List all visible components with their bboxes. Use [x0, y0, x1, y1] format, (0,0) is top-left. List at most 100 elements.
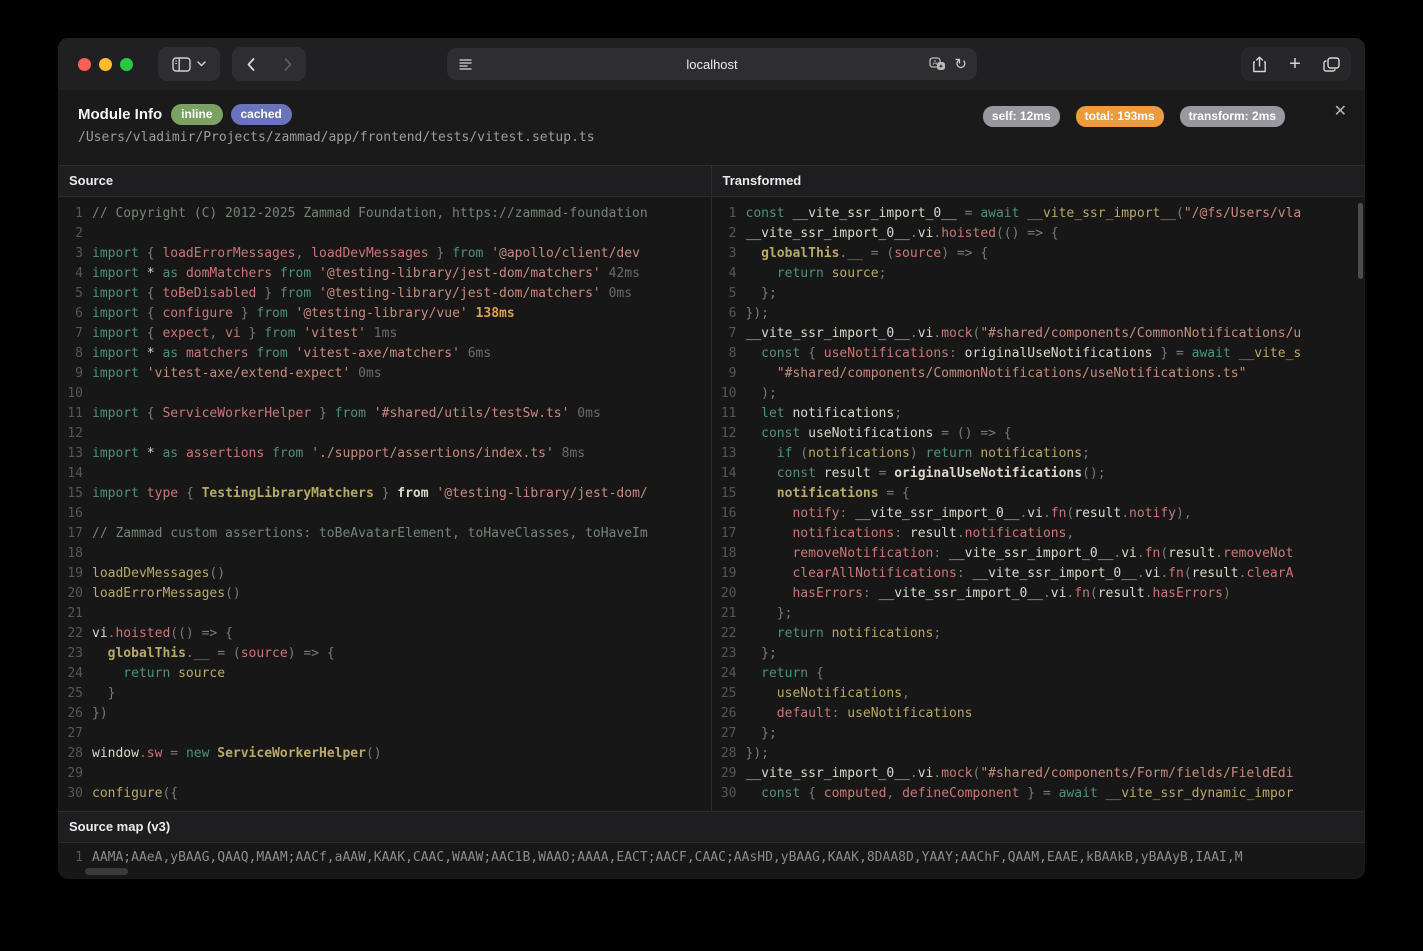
vertical-scrollbar[interactable]	[1358, 203, 1363, 279]
code-line: 7import { expect, vi } from 'vitest' 1ms	[58, 324, 711, 344]
line-number: 16	[58, 504, 92, 524]
line-number: 28	[58, 744, 92, 764]
line-number: 9	[58, 364, 92, 384]
transformed-panel: Transformed 1const __vite_ssr_import_0__…	[712, 166, 1366, 811]
tab-overview-icon[interactable]	[1323, 57, 1340, 72]
forward-button[interactable]	[269, 47, 306, 81]
line-number: 2	[58, 224, 92, 244]
code-line: 18	[58, 544, 711, 564]
share-icon[interactable]	[1252, 56, 1267, 73]
line-number: 21	[712, 604, 746, 624]
code-line: 10	[58, 384, 711, 404]
line-number: 8	[58, 344, 92, 364]
translate-icon[interactable]: A✦	[929, 57, 946, 71]
line-number: 19	[58, 564, 92, 584]
line-number: 5	[58, 284, 92, 304]
code-line: 1// Copyright (C) 2012-2025 Zammad Found…	[58, 204, 711, 224]
line-number: 29	[712, 764, 746, 784]
line-number: 4	[58, 264, 92, 284]
code-line: 29__vite_ssr_import_0__.vi.mock("#shared…	[712, 764, 1366, 784]
browser-toolbar: localhost A✦ ↻ +	[58, 38, 1365, 90]
code-line: 5import { toBeDisabled } from '@testing-…	[58, 284, 711, 304]
code-panels: Source 1// Copyright (C) 2012-2025 Zamma…	[58, 166, 1365, 811]
code-line: 4import * as domMatchers from '@testing-…	[58, 264, 711, 284]
line-number: 15	[58, 484, 92, 504]
line-number: 23	[58, 644, 92, 664]
code-line: 4 return source;	[712, 264, 1366, 284]
transformed-panel-title: Transformed	[712, 166, 1366, 197]
code-line: 19 clearAllNotifications: __vite_ssr_imp…	[712, 564, 1366, 584]
code-line: 20loadErrorMessages()	[58, 584, 711, 604]
code-line: 16	[58, 504, 711, 524]
code-line: 11import { ServiceWorkerHelper } from '#…	[58, 404, 711, 424]
line-number: 1	[712, 204, 746, 224]
horizontal-scrollbar[interactable]	[85, 868, 128, 875]
line-number: 19	[712, 564, 746, 584]
line-number: 7	[58, 324, 92, 344]
badge: transform: 2ms	[1180, 106, 1285, 127]
code-line: 3import { loadErrorMessages, loadDevMess…	[58, 244, 711, 264]
sourcemap-content: AAMA;AAeA,yBAAG,QAAQ,MAAM;AACf,aAAW,KAAK…	[92, 847, 1243, 869]
line-number: 20	[712, 584, 746, 604]
code-line: 14 const result = originalUseNotificatio…	[712, 464, 1366, 484]
code-line: 30configure({	[58, 784, 711, 804]
back-button[interactable]	[232, 47, 269, 81]
code-line: 25 }	[58, 684, 711, 704]
line-number: 21	[58, 604, 92, 624]
line-number: 25	[58, 684, 92, 704]
window-zoom-button[interactable]	[120, 58, 133, 71]
line-number: 27	[712, 724, 746, 744]
code-line: 8import * as matchers from 'vitest-axe/m…	[58, 344, 711, 364]
sourcemap-section: Source map (v3) 1 AAMA;AAeA,yBAAG,QAAQ,M…	[58, 811, 1365, 879]
line-number: 1	[58, 204, 92, 224]
code-line: 23 };	[712, 644, 1366, 664]
code-line: 24 return {	[712, 664, 1366, 684]
code-line: 26 default: useNotifications	[712, 704, 1366, 724]
line-number: 12	[712, 424, 746, 444]
code-line: 22vi.hoisted(() => {	[58, 624, 711, 644]
code-line: 17// Zammad custom assertions: toBeAvata…	[58, 524, 711, 544]
sidebar-icon	[172, 57, 191, 72]
nav-buttons	[232, 47, 306, 81]
address-bar[interactable]: localhost A✦ ↻	[447, 48, 977, 80]
line-number: 26	[712, 704, 746, 724]
code-line: 13import * as assertions from './support…	[58, 444, 711, 464]
window-close-button[interactable]	[78, 58, 91, 71]
line-number: 25	[712, 684, 746, 704]
source-panel-title: Source	[58, 166, 711, 197]
chevron-down-icon	[197, 61, 206, 67]
window-minimize-button[interactable]	[99, 58, 112, 71]
sourcemap-line: 1 AAMA;AAeA,yBAAG,QAAQ,MAAM;AACf,aAAW,KA…	[58, 847, 1365, 869]
line-number: 24	[712, 664, 746, 684]
timing-badges: self: 12mstotal: 193mstransform: 2ms	[983, 106, 1293, 127]
line-number: 2	[712, 224, 746, 244]
line-number: 12	[58, 424, 92, 444]
code-line: 12 const useNotifications = () => {	[712, 424, 1366, 444]
source-panel: Source 1// Copyright (C) 2012-2025 Zamma…	[58, 166, 712, 811]
line-number: 27	[58, 724, 92, 744]
svg-text:A: A	[933, 59, 938, 67]
code-line: 24 return source	[58, 664, 711, 684]
traffic-lights	[78, 58, 133, 71]
code-line: 21	[58, 604, 711, 624]
sidebar-toggle-button[interactable]	[158, 47, 220, 81]
code-line: 2	[58, 224, 711, 244]
line-number: 10	[712, 384, 746, 404]
code-line: 23 globalThis.__ = (source) => {	[58, 644, 711, 664]
code-line: 7__vite_ssr_import_0__.vi.mock("#shared/…	[712, 324, 1366, 344]
reload-icon[interactable]: ↻	[954, 57, 967, 72]
code-line: 14	[58, 464, 711, 484]
line-number: 5	[712, 284, 746, 304]
code-line: 13 if (notifications) return notificatio…	[712, 444, 1366, 464]
code-line: 26})	[58, 704, 711, 724]
line-number: 14	[712, 464, 746, 484]
line-number: 18	[712, 544, 746, 564]
new-tab-icon[interactable]: +	[1289, 54, 1301, 74]
line-number: 24	[58, 664, 92, 684]
line-number: 17	[712, 524, 746, 544]
close-icon[interactable]: ✕	[1334, 101, 1347, 120]
line-number: 7	[712, 324, 746, 344]
code-line: 22 return notifications;	[712, 624, 1366, 644]
code-line: 5 };	[712, 284, 1366, 304]
line-number: 15	[712, 484, 746, 504]
